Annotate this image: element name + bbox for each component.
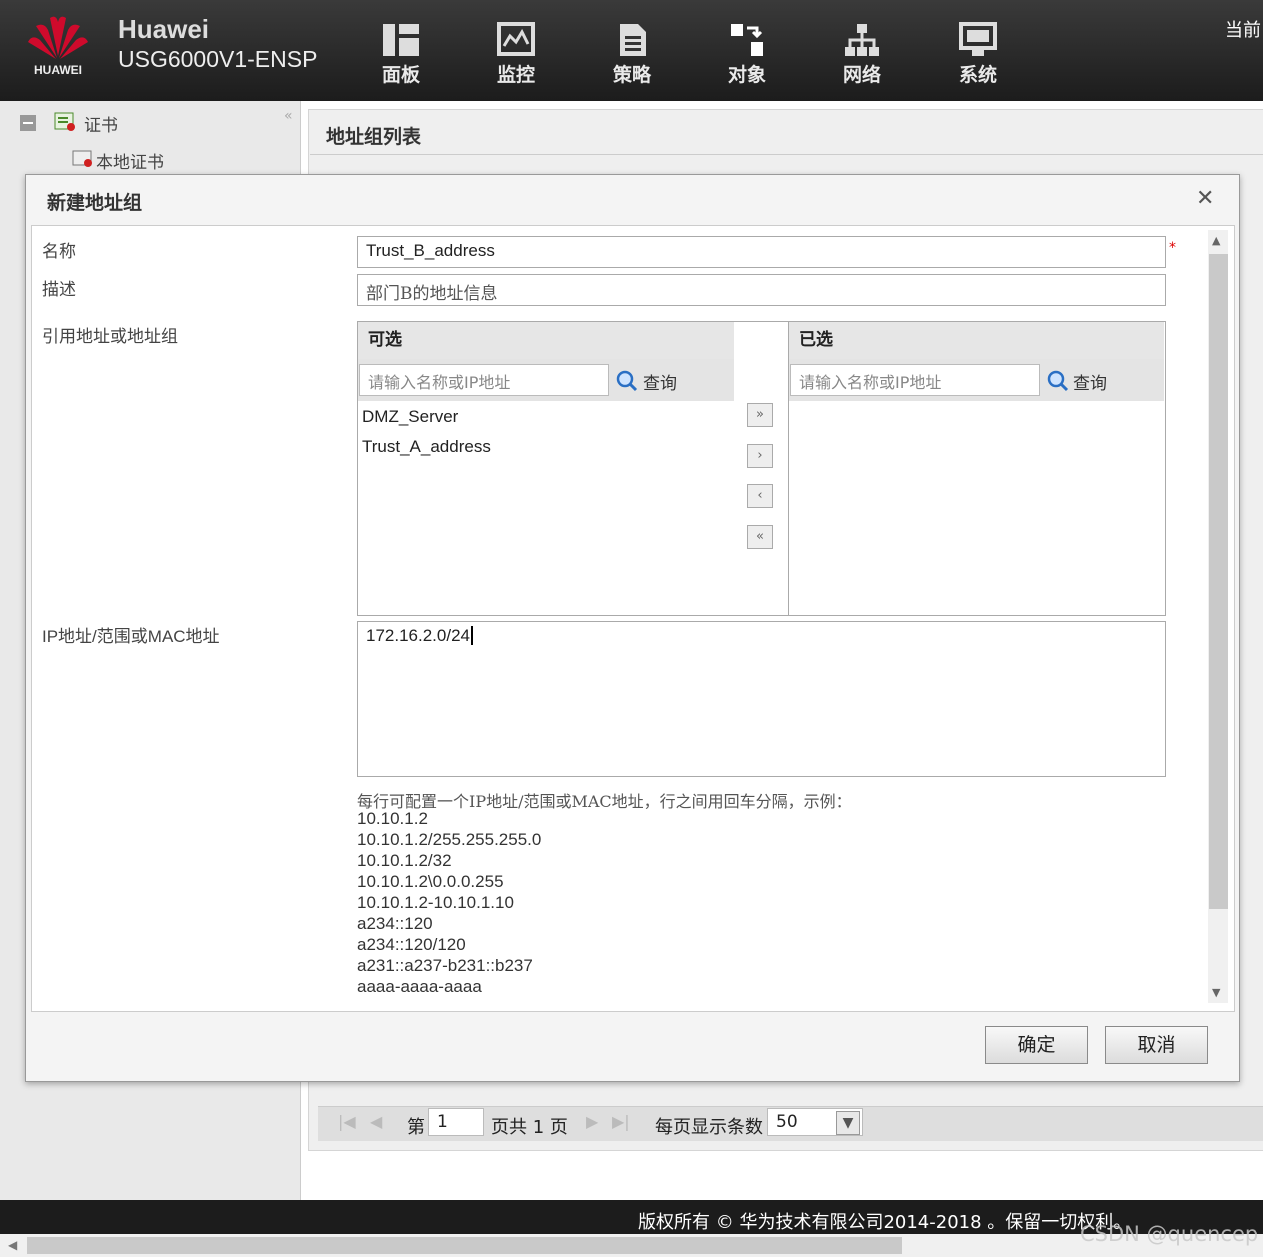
svg-text:HUAWEI: HUAWEI [34, 63, 82, 77]
sidebar-item-certificate[interactable]: 证书 [84, 111, 118, 136]
hint-example: 10.10.1.2 [357, 809, 428, 828]
move-left-icon[interactable]: ‹ [747, 484, 773, 508]
brand-name: Huawei [118, 14, 210, 44]
transfer-buttons-column [734, 321, 788, 616]
nav-label: 监控 [496, 64, 535, 86]
nav-dashboard[interactable]: 面板 [361, 22, 441, 94]
ip-label: IP地址/范围或MAC地址 [42, 627, 220, 646]
description-input[interactable]: 部门B的地址信息 [357, 274, 1166, 306]
sidebar-collapse-icon[interactable]: « [284, 108, 293, 124]
prev-page-icon[interactable]: ◀ [370, 1112, 382, 1131]
scroll-left-icon[interactable]: ◀ [8, 1238, 17, 1252]
scroll-down-icon[interactable]: ▼ [1212, 986, 1220, 999]
next-page-icon[interactable]: ▶ [586, 1112, 598, 1131]
local-certificate-icon [72, 150, 94, 168]
hint-example: a234::120 [357, 914, 433, 933]
huawei-logo: HUAWEI [22, 12, 94, 82]
monitor-icon [497, 22, 535, 56]
copyright-text: 版权所有 © 华为技术有限公司2014-2018 。保留一切权利。 [638, 1212, 1132, 1233]
collapse-icon[interactable] [20, 115, 36, 131]
nav-object[interactable]: 对象 [707, 22, 787, 94]
search-icon[interactable] [616, 370, 638, 396]
per-page-value: 50 [776, 1112, 798, 1132]
available-search-input[interactable]: 请输入名称或IP地址 [359, 364, 609, 396]
current-user-label: 当前 [1225, 20, 1261, 41]
ip-textarea-value: 172.16.2.0/24 [366, 626, 470, 645]
chevron-down-icon[interactable]: ▼ [836, 1111, 860, 1135]
nav-policy[interactable]: 策略 [592, 22, 672, 94]
sidebar-item-local-certificate[interactable]: 本地证书 [96, 148, 164, 173]
selected-header: 已选 [789, 322, 1164, 359]
scroll-up-icon[interactable]: ▲ [1212, 234, 1220, 247]
device-model: USG6000V1-ENSP [118, 46, 318, 72]
reference-label: 引用地址或地址组 [42, 327, 178, 347]
page-title: 地址组列表 [326, 126, 422, 148]
hint-example: 10.10.1.2\0.0.0.255 [357, 872, 504, 891]
hint-example: a231::a237-b231::b237 [357, 956, 533, 975]
close-icon[interactable]: ✕ [1196, 186, 1214, 211]
nav-label: 对象 [727, 64, 766, 86]
page-total: 页共 1 页 [491, 1117, 568, 1138]
policy-icon [620, 24, 646, 56]
nav-label: 策略 [612, 64, 651, 86]
first-page-icon[interactable]: |◀ [338, 1112, 356, 1131]
hint-example: aaaa-aaaa-aaaa [357, 977, 482, 996]
hint-example: 10.10.1.2/32 [357, 851, 452, 870]
page-number-input[interactable]: 1 [428, 1108, 484, 1136]
text-cursor [470, 626, 473, 645]
nav-label: 网络 [842, 64, 881, 86]
cancel-button[interactable]: 取消 [1105, 1026, 1208, 1064]
hint-example: a234::120/120 [357, 935, 466, 954]
system-icon [959, 22, 997, 56]
dialog-title: 新建地址组 [47, 192, 143, 214]
hint-example: 10.10.1.2/255.255.255.0 [357, 830, 542, 849]
list-item[interactable]: Trust_A_address [362, 437, 491, 457]
network-icon [845, 24, 879, 56]
selected-search-button[interactable]: 查询 [1073, 369, 1107, 394]
divider [310, 154, 1263, 155]
certificate-icon [54, 112, 76, 132]
move-all-left-icon[interactable]: « [747, 525, 773, 549]
move-right-icon[interactable]: › [747, 444, 773, 468]
per-page-label: 每页显示条数 [655, 1117, 763, 1138]
dialog-scroll-thumb[interactable] [1209, 254, 1228, 909]
last-page-icon[interactable]: ▶| [612, 1112, 630, 1131]
object-icon [731, 24, 763, 56]
nav-network[interactable]: 网络 [822, 22, 902, 94]
description-label: 描述 [42, 280, 76, 300]
horizontal-scroll-thumb[interactable] [27, 1237, 902, 1254]
confirm-button[interactable]: 确定 [985, 1026, 1088, 1064]
nav-monitor[interactable]: 监控 [476, 22, 556, 94]
search-icon[interactable] [1047, 370, 1069, 396]
selected-search-input[interactable]: 请输入名称或IP地址 [790, 364, 1040, 396]
available-header: 可选 [358, 322, 734, 359]
hint-title: 每行可配置一个IP地址/范围或MAC地址，行之间用回车分隔，示例： [357, 792, 852, 811]
move-all-right-icon[interactable]: » [747, 403, 773, 427]
available-search-button[interactable]: 查询 [643, 369, 677, 394]
required-mark: * [1169, 240, 1176, 256]
watermark: CSDN @quencep [1080, 1222, 1259, 1246]
hint-example: 10.10.1.2-10.10.1.10 [357, 893, 514, 912]
hint-clip-mask [32, 1000, 1207, 1009]
list-item[interactable]: DMZ_Server [362, 407, 458, 427]
nav-label: 面板 [381, 64, 420, 86]
name-label: 名称 [42, 242, 76, 262]
name-input[interactable]: Trust_B_address [357, 236, 1166, 268]
nav-system[interactable]: 系统 [938, 22, 1018, 94]
dashboard-icon [383, 24, 419, 56]
nav-label: 系统 [958, 64, 997, 86]
page-prefix: 第 [407, 1117, 425, 1138]
ip-textarea[interactable]: 172.16.2.0/24 [357, 621, 1166, 777]
